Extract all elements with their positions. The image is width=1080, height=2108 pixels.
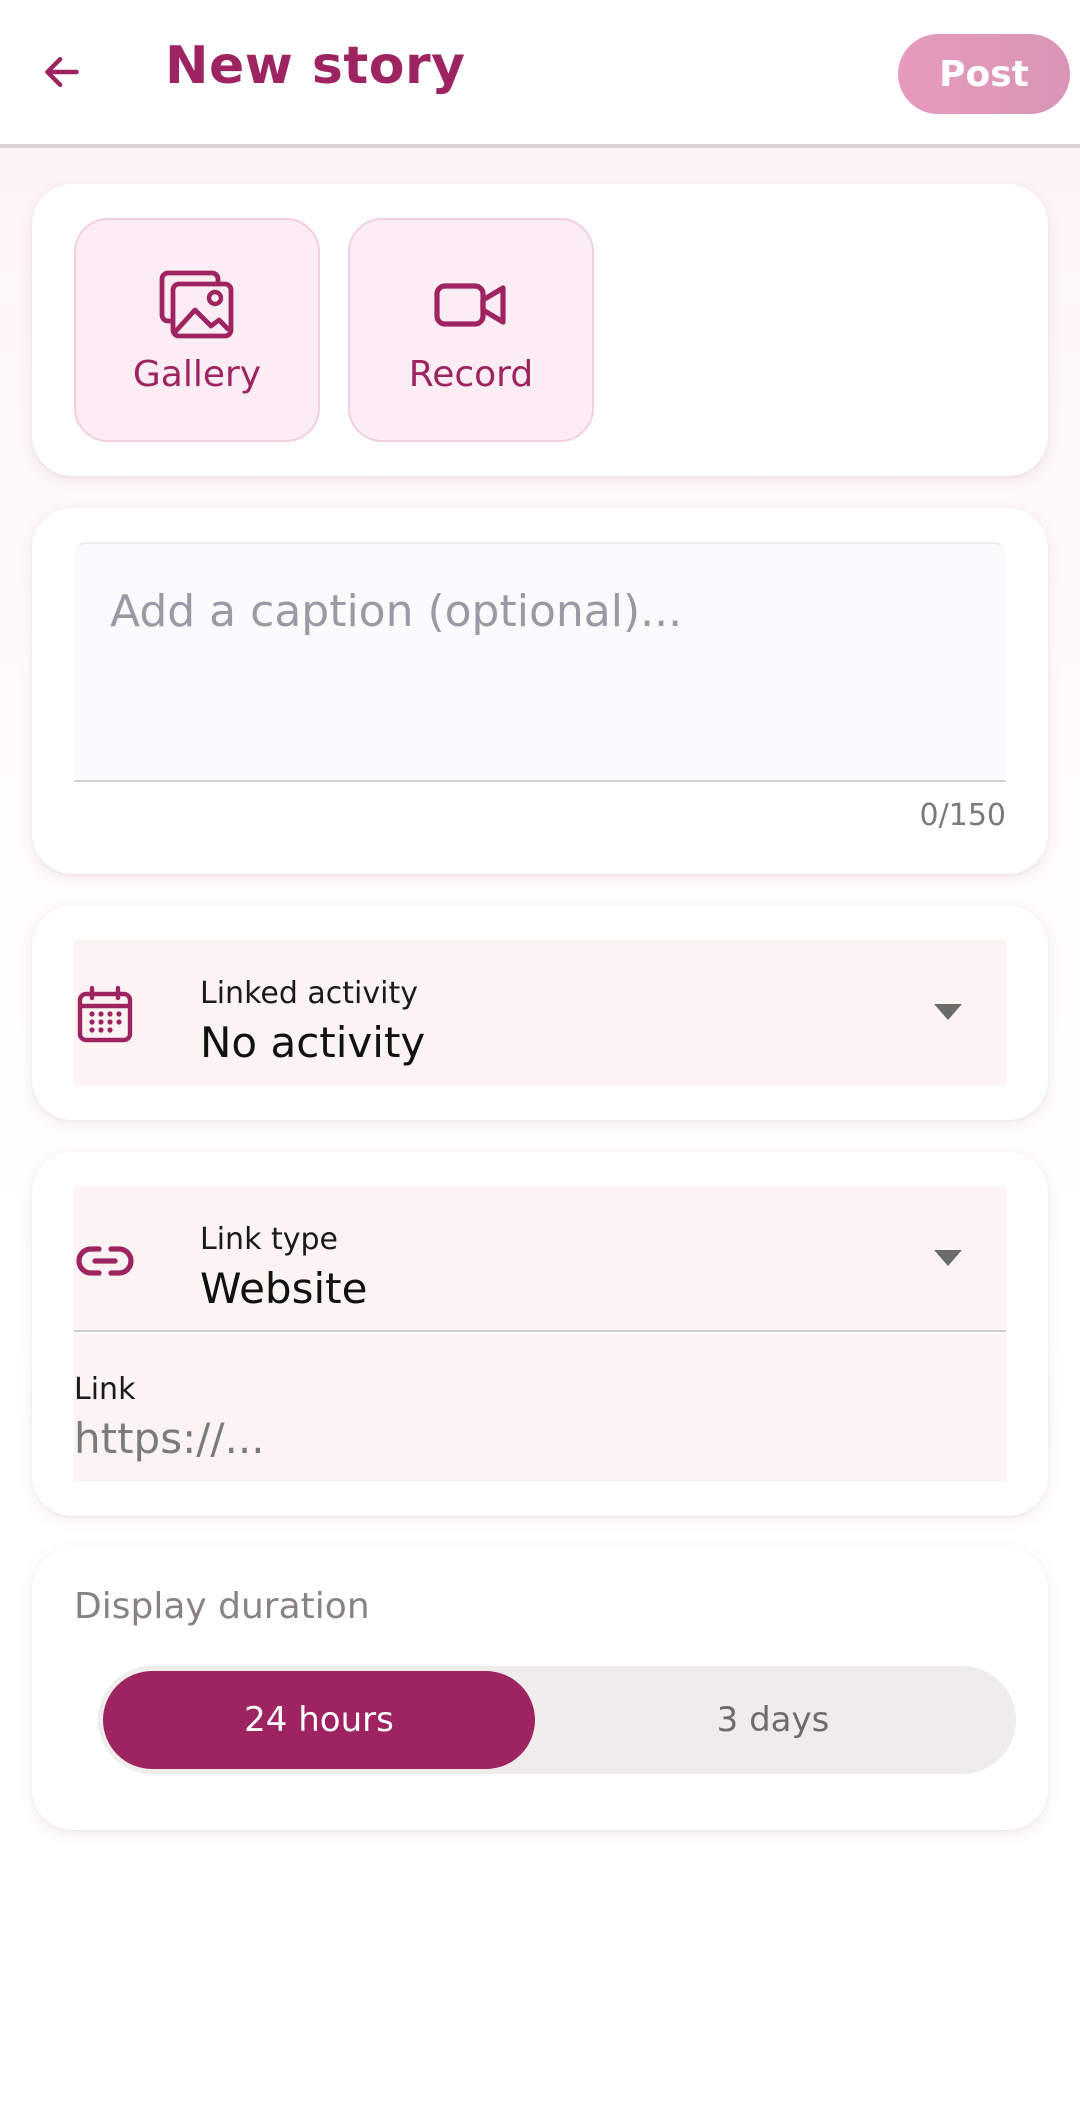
arrow-left-icon — [45, 56, 79, 88]
caption-counter: 0/150 — [919, 798, 1006, 833]
record-button[interactable]: Record — [348, 218, 594, 442]
display-duration-label: Display duration — [74, 1586, 370, 1627]
post-button[interactable]: Post — [898, 34, 1070, 114]
link-type-dropdown[interactable]: Link type Website — [74, 1186, 1006, 1332]
app-bar: New story Post — [0, 0, 1080, 148]
video-camera-icon — [350, 270, 592, 340]
caption-field — [74, 542, 1006, 782]
media-card: Gallery Record — [32, 184, 1048, 476]
link-type-value: Website — [200, 1264, 368, 1313]
duration-card: Display duration 24 hours 3 days — [32, 1548, 1048, 1830]
link-card: Link type Website Link — [32, 1152, 1048, 1516]
calendar-icon — [74, 984, 136, 1046]
caret-down-icon — [934, 1250, 962, 1266]
linked-activity-label: Linked activity — [200, 976, 418, 1011]
link-input[interactable] — [74, 1408, 1006, 1468]
back-button[interactable] — [30, 40, 94, 104]
linked-activity-dropdown[interactable]: Linked activity No activity — [74, 940, 1006, 1086]
images-icon — [76, 270, 318, 340]
page-title: New story — [165, 36, 466, 96]
link-icon — [74, 1230, 136, 1292]
link-type-label: Link type — [200, 1222, 338, 1257]
activity-card: Linked activity No activity — [32, 906, 1048, 1120]
gallery-label: Gallery — [132, 354, 262, 395]
linked-activity-value: No activity — [200, 1018, 426, 1067]
link-label: Link — [74, 1372, 136, 1407]
duration-option-3-days[interactable]: 3 days — [535, 1671, 1011, 1769]
caption-input[interactable] — [74, 544, 1006, 780]
caret-down-icon — [934, 1004, 962, 1020]
caption-card: 0/150 — [32, 508, 1048, 874]
gallery-button[interactable]: Gallery — [74, 218, 320, 442]
record-label: Record — [408, 354, 534, 395]
duration-segmented-control: 24 hours 3 days — [98, 1666, 1016, 1774]
duration-option-24-hours[interactable]: 24 hours — [103, 1671, 535, 1769]
link-field: Link — [74, 1334, 1006, 1482]
